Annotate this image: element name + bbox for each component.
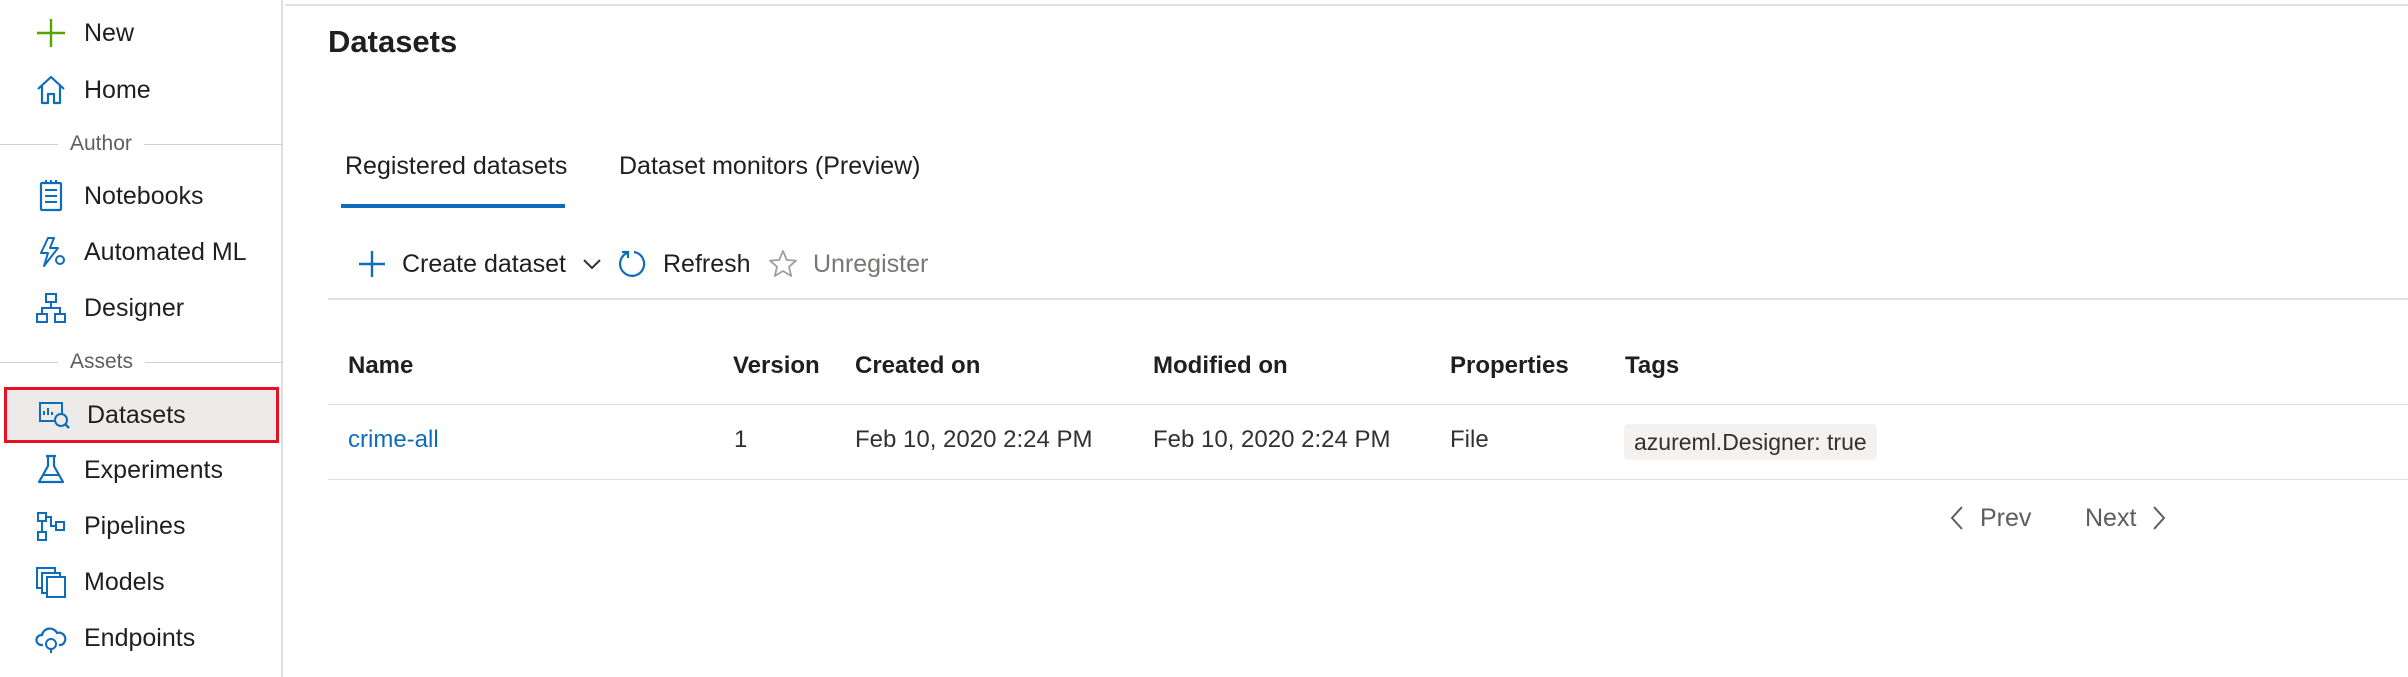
create-dataset-button[interactable]: Create dataset	[356, 244, 608, 284]
page-title: Datasets	[328, 24, 458, 59]
nav-models-label: Models	[84, 567, 165, 596]
row-divider	[328, 479, 2408, 480]
section-assets-label: Assets	[58, 347, 146, 377]
nav-datasets-label: Datasets	[87, 400, 186, 429]
create-dataset-label: Create dataset	[402, 249, 566, 278]
datasets-icon	[37, 398, 71, 432]
next-page-button[interactable]: Next	[2085, 498, 2172, 538]
dataset-modified-on: Feb 10, 2020 2:24 PM	[1153, 426, 1391, 453]
flask-icon	[34, 453, 68, 487]
section-assets: Assets	[0, 347, 283, 377]
tab-registered-datasets[interactable]: Registered datasets	[345, 152, 567, 181]
nav-endpoints[interactable]: Endpoints	[0, 610, 283, 666]
pipeline-icon	[34, 509, 68, 543]
nav-automated-ml[interactable]: Automated ML	[0, 224, 283, 280]
automl-lightning-icon	[34, 235, 68, 269]
nav-designer[interactable]: Designer	[0, 280, 283, 336]
dataset-created-on: Feb 10, 2020 2:24 PM	[855, 426, 1093, 453]
unregister-button[interactable]: Unregister	[767, 244, 928, 284]
chevron-down-icon	[576, 248, 608, 280]
prev-page-button[interactable]: Prev	[1944, 498, 2031, 538]
section-author: Author	[0, 129, 283, 159]
models-icon	[34, 565, 68, 599]
nav-models[interactable]: Models	[0, 554, 283, 610]
nav-designer-label: Designer	[84, 293, 185, 322]
nav-notebooks[interactable]: Notebooks	[0, 168, 283, 224]
column-header-created-on[interactable]: Created on	[855, 352, 980, 380]
section-author-label: Author	[58, 129, 144, 159]
prev-label: Prev	[1980, 503, 2032, 532]
column-header-modified-on[interactable]: Modified on	[1153, 352, 1288, 380]
chevron-left-icon	[1944, 501, 1972, 535]
plus-icon	[34, 16, 68, 50]
endpoints-cloud-icon	[34, 621, 68, 655]
column-header-properties[interactable]: Properties	[1450, 352, 1569, 380]
nav-home[interactable]: Home	[0, 62, 283, 118]
dataset-properties: File	[1450, 426, 1489, 453]
nav-new-label: New	[84, 18, 135, 47]
dataset-tag: azureml.Designer: true	[1624, 424, 1877, 460]
active-tab-indicator	[341, 204, 565, 208]
column-header-name[interactable]: Name	[348, 352, 413, 380]
unregister-label: Unregister	[813, 249, 929, 278]
dataset-name-link[interactable]: crime-all	[348, 426, 439, 454]
home-icon	[34, 73, 68, 107]
designer-icon	[34, 291, 68, 325]
nav-experiments-label: Experiments	[84, 455, 223, 484]
nav-datasets[interactable]: Datasets	[4, 387, 279, 443]
nav-experiments[interactable]: Experiments	[0, 442, 283, 498]
nav-endpoints-label: Endpoints	[84, 623, 196, 652]
refresh-label: Refresh	[663, 249, 751, 278]
column-header-tags[interactable]: Tags	[1625, 352, 1679, 380]
nav-new[interactable]: New	[0, 5, 283, 61]
nav-pipelines-label: Pipelines	[84, 511, 186, 540]
notebook-icon	[34, 179, 68, 213]
chevron-right-icon	[2144, 501, 2172, 535]
refresh-button[interactable]: Refresh	[617, 244, 751, 284]
nav-automated-ml-label: Automated ML	[84, 237, 247, 266]
plus-icon	[356, 248, 388, 280]
next-label: Next	[2085, 503, 2137, 532]
nav-notebooks-label: Notebooks	[84, 181, 204, 210]
tab-dataset-monitors[interactable]: Dataset monitors (Preview)	[619, 152, 920, 181]
nav-home-label: Home	[84, 75, 151, 104]
header-divider	[285, 4, 2408, 6]
nav-pipelines[interactable]: Pipelines	[0, 498, 283, 554]
left-navigation: New Home Author Notebooks Automated ML D…	[0, 0, 283, 677]
dataset-version: 1	[734, 426, 748, 453]
toolbar-divider	[328, 298, 2408, 300]
header-row-divider	[328, 404, 2408, 405]
refresh-icon	[617, 248, 649, 280]
column-header-version[interactable]: Version	[733, 352, 820, 380]
star-icon	[767, 248, 799, 280]
